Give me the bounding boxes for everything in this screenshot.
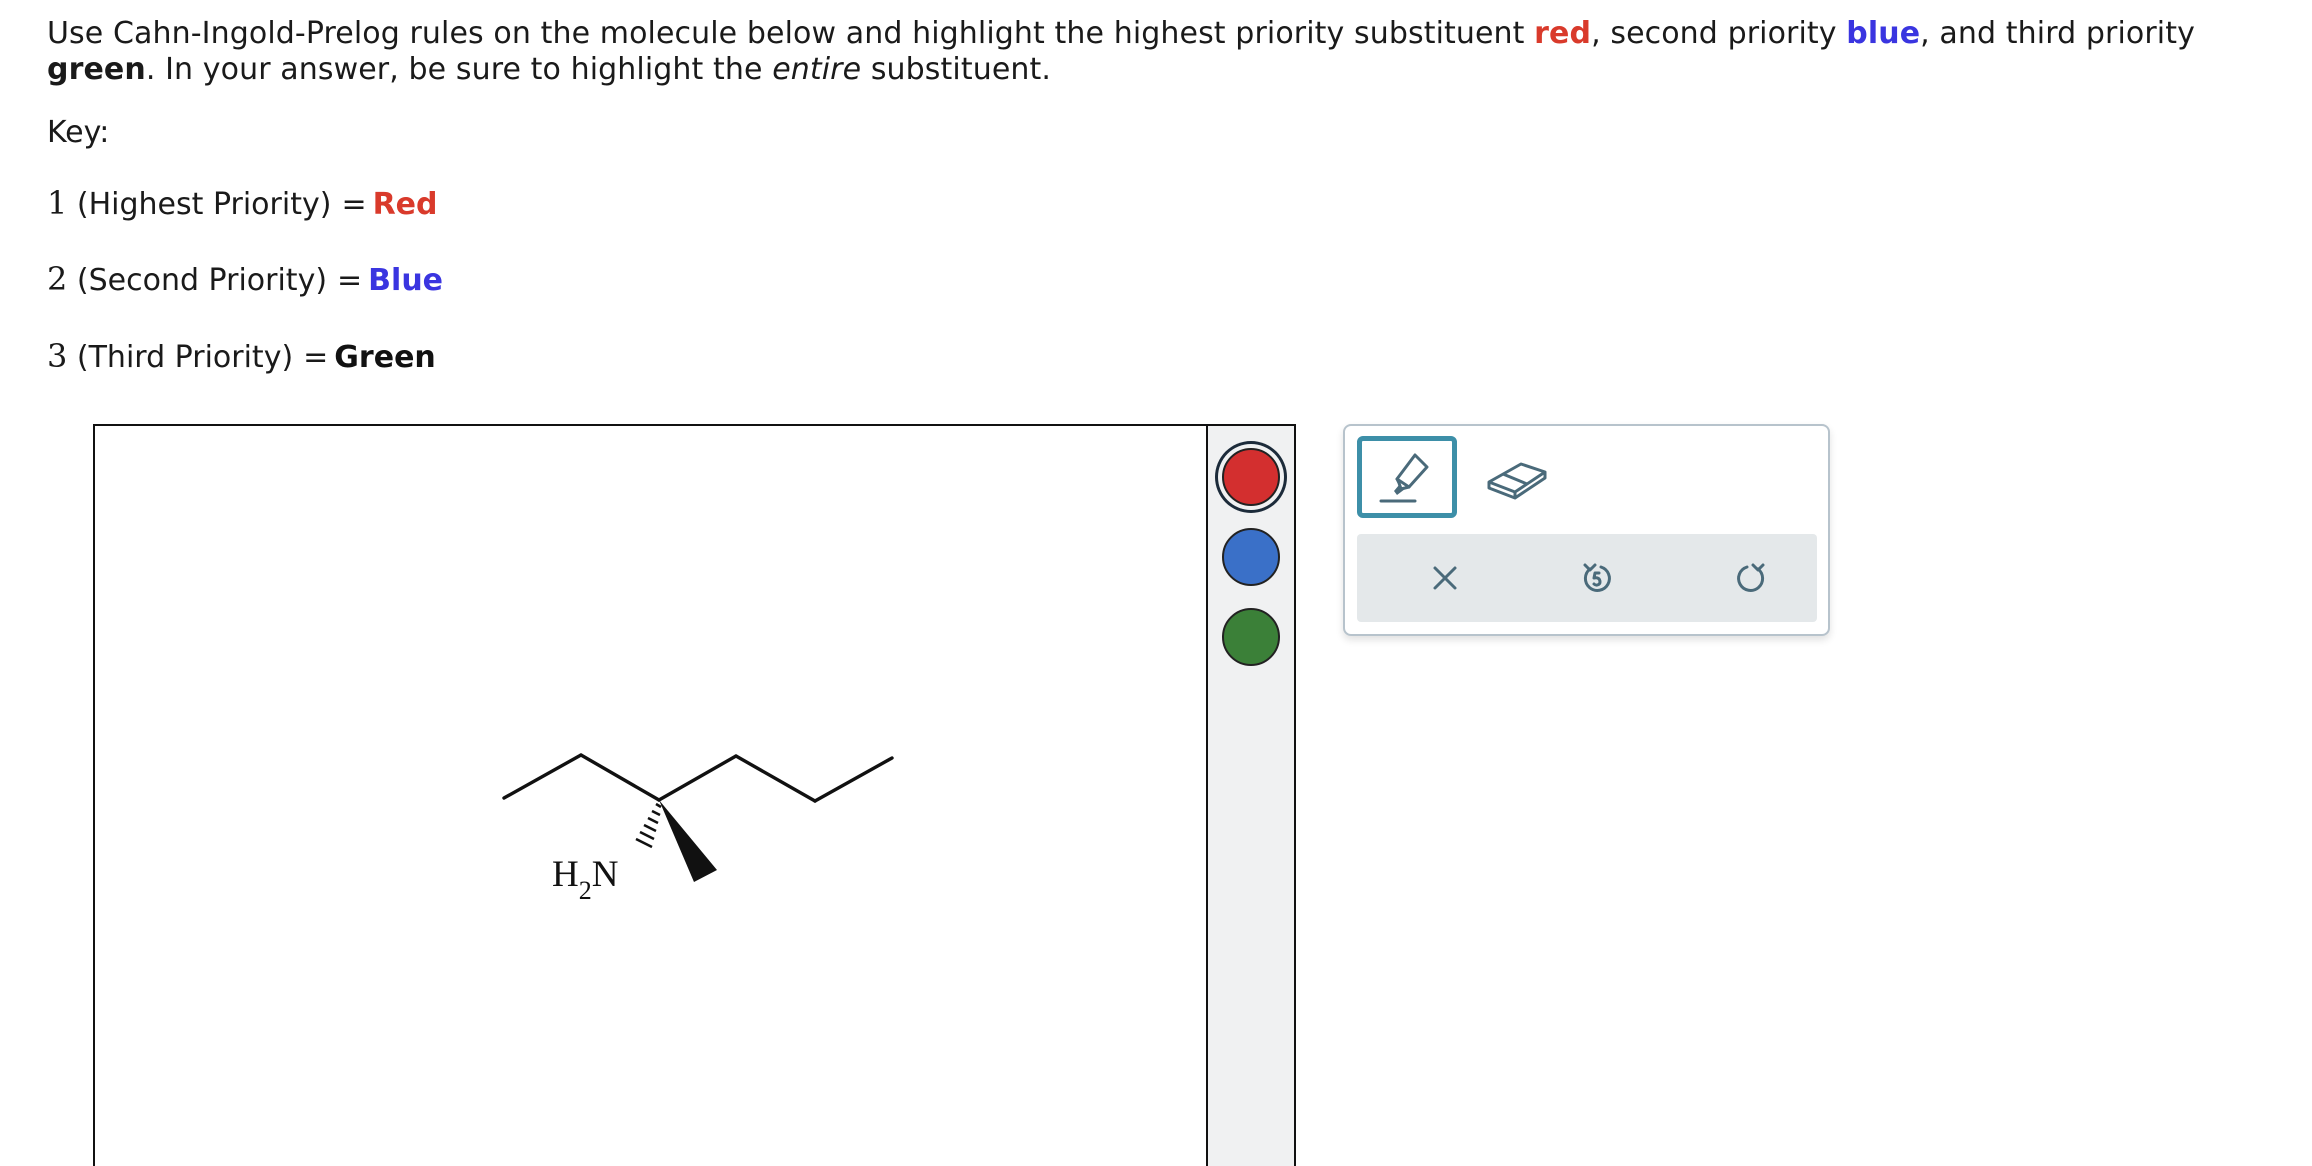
drawing-canvas[interactable]: H2N bbox=[93, 424, 1210, 1166]
key-row-number: 1 bbox=[47, 184, 68, 222]
eraser-tool-button[interactable] bbox=[1467, 436, 1567, 518]
undo-icon bbox=[1583, 563, 1611, 592]
key-row-equals: = bbox=[341, 187, 367, 222]
key-row-number: 3 bbox=[47, 337, 68, 375]
color-swatch-blue[interactable] bbox=[1222, 528, 1280, 586]
question-text-2: , second priority bbox=[1591, 16, 1847, 51]
key-row-highest: 1 (Highest Priority) = Red bbox=[47, 185, 438, 223]
action-bar bbox=[1357, 534, 1817, 622]
highlighter-tool-button[interactable] bbox=[1357, 436, 1457, 518]
question-emphasis: entire bbox=[772, 52, 862, 87]
key-row-value-blue: Blue bbox=[368, 263, 444, 298]
question-text-4: . In your answer, be sure to highlight t… bbox=[145, 52, 773, 87]
question-text-3: , and third priority bbox=[1920, 16, 2195, 51]
amine-label[interactable]: H2N bbox=[552, 854, 618, 905]
color-swatch-green[interactable] bbox=[1222, 608, 1280, 666]
color-swatch-red[interactable] bbox=[1222, 448, 1280, 506]
key-row-text: (Third Priority) bbox=[76, 340, 294, 375]
question-red-word: red bbox=[1534, 16, 1592, 51]
eraser-icon bbox=[1487, 462, 1547, 500]
question-green-word: green bbox=[47, 52, 146, 87]
color-palette bbox=[1206, 424, 1296, 1166]
redo-icon bbox=[1737, 563, 1765, 592]
key-row-number: 2 bbox=[47, 260, 68, 298]
clear-button[interactable] bbox=[1415, 548, 1475, 608]
key-row-value-red: Red bbox=[372, 187, 438, 222]
clear-icon bbox=[1433, 566, 1457, 590]
bond-c5-c6[interactable] bbox=[813, 756, 894, 803]
key-row-equals: = bbox=[337, 263, 363, 298]
key-row-text: (Second Priority) bbox=[76, 263, 328, 298]
bond-c3-c4[interactable] bbox=[657, 754, 738, 802]
question-text-5: substituent. bbox=[861, 52, 1051, 87]
key-row-text: (Highest Priority) bbox=[76, 187, 332, 222]
undo-button[interactable] bbox=[1567, 548, 1627, 608]
molecule-drawing: H2N bbox=[502, 753, 894, 905]
key-label: Key: bbox=[47, 115, 110, 150]
question-prompt: Use Cahn-Ingold-Prelog rules on the mole… bbox=[47, 16, 2287, 88]
key-row-second: 2 (Second Priority) = Blue bbox=[47, 261, 443, 299]
question-text-1: Use Cahn-Ingold-Prelog rules on the mole… bbox=[47, 16, 1535, 51]
bond-c1-c2[interactable] bbox=[502, 753, 583, 800]
key-row-value-green: Green bbox=[334, 340, 436, 375]
highlighter-icon bbox=[1379, 453, 1429, 503]
wedge-bond[interactable] bbox=[659, 800, 717, 882]
tool-panel bbox=[1343, 424, 1830, 636]
key-row-equals: = bbox=[303, 340, 329, 375]
bond-c2-c3[interactable] bbox=[579, 753, 661, 802]
bond-c4-c5[interactable] bbox=[734, 754, 817, 803]
key-row-third: 3 (Third Priority) = Green bbox=[47, 338, 436, 376]
hashed-bond[interactable] bbox=[635, 802, 662, 849]
redo-button[interactable] bbox=[1721, 548, 1781, 608]
question-blue-word: blue bbox=[1846, 16, 1921, 51]
